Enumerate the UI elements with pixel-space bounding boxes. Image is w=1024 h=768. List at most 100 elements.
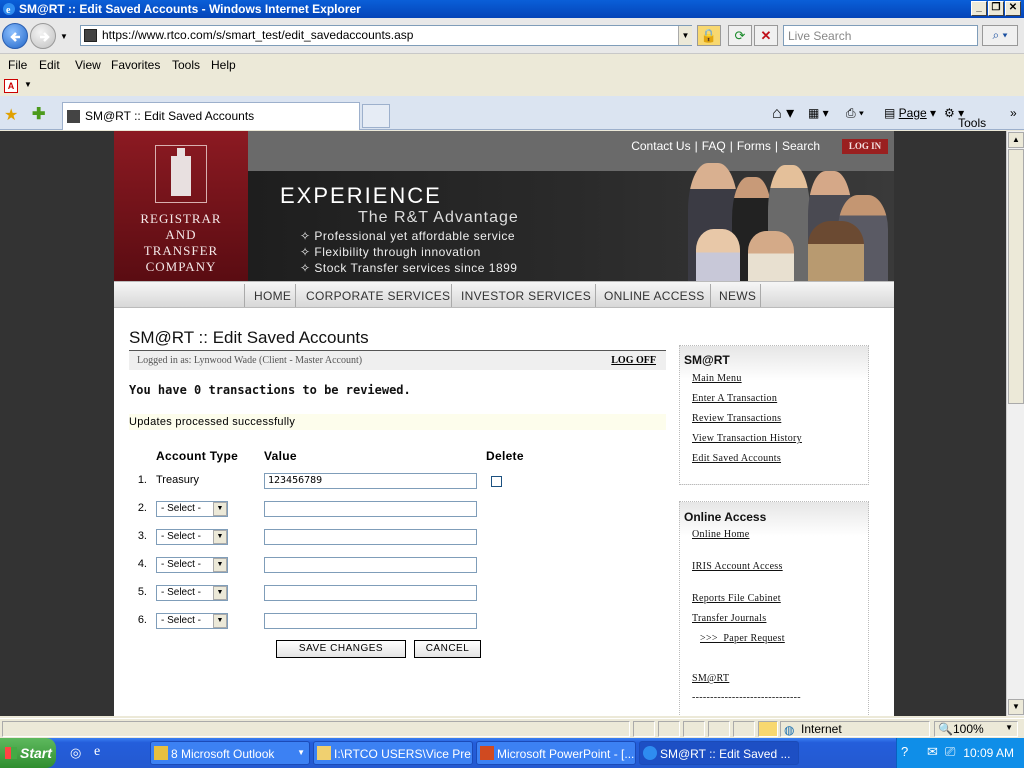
row-number: 5. <box>137 586 147 598</box>
value-input[interactable] <box>264 529 477 545</box>
address-url: https://www.rtco.com/s/smart_test/edit_s… <box>102 28 414 42</box>
sidebar-link-smart[interactable]: SM@RT <box>692 673 729 684</box>
nav-online-access[interactable]: ONLINE ACCESS <box>604 289 705 303</box>
scroll-thumb[interactable] <box>1008 149 1024 404</box>
account-type-select[interactable]: - Select - ▼ <box>156 529 228 545</box>
page-menu-label: Page <box>898 106 927 120</box>
taskbar-item-label: Microsoft PowerPoint - [... <box>497 747 635 761</box>
col-delete: Delete <box>486 449 524 463</box>
sidebar-link-iris[interactable]: IRIS Account Access <box>692 561 783 572</box>
sidebar-link-main-menu[interactable]: Main Menu <box>692 373 742 384</box>
menu-favorites[interactable]: Favorites <box>111 58 160 72</box>
sidebar-link-transaction-history[interactable]: View Transaction History <box>692 433 802 444</box>
tab-title: SM@RT :: Edit Saved Accounts <box>85 109 255 123</box>
stop-button[interactable]: ✕ <box>754 25 778 46</box>
sidebar-link-transfer-journals[interactable]: Transfer Journals <box>692 613 766 624</box>
value-input[interactable]: 123456789 <box>264 473 477 489</box>
taskbar-powerpoint[interactable]: Microsoft PowerPoint - [... <box>476 741 636 765</box>
refresh-button[interactable]: ⟳ <box>728 25 752 46</box>
chevron-down-icon: ▼ <box>213 502 227 516</box>
menu-edit[interactable]: Edit <box>39 58 60 72</box>
adobe-toolbar: A ▼ <box>0 76 1024 96</box>
vertical-scrollbar[interactable]: ▲ ▼ <box>1006 131 1024 716</box>
status-cell <box>733 721 755 737</box>
restore-button[interactable]: ❐ <box>988 1 1004 16</box>
favorites-star-icon[interactable]: ★ <box>4 105 18 125</box>
logo-text: REGISTRAR AND TRANSFER COMPANY <box>114 211 248 275</box>
address-input[interactable]: https://www.rtco.com/s/smart_test/edit_s… <box>80 25 692 46</box>
status-cell <box>708 721 730 737</box>
select-value: - Select - <box>161 559 202 570</box>
value-input[interactable] <box>264 613 477 629</box>
network-icon[interactable]: ⎚ <box>945 744 955 760</box>
add-favorite-icon[interactable]: ✚ <box>32 104 45 124</box>
back-button[interactable] <box>2 23 28 49</box>
logoff-link[interactable]: LOG OFF <box>611 355 656 366</box>
start-button[interactable]: Start <box>0 738 56 768</box>
nav-home[interactable]: HOME <box>254 289 291 303</box>
value-input[interactable] <box>264 501 477 517</box>
main-nav: HOME CORPORATE SERVICES INVESTOR SERVICE… <box>114 281 894 308</box>
banner-bullet: ✧ Flexibility through innovation <box>300 245 481 259</box>
home-icon[interactable]: ⌂ ▾ <box>772 103 794 123</box>
cancel-button[interactable]: CANCEL <box>414 640 481 658</box>
delete-checkbox[interactable] <box>491 476 502 487</box>
contact-us-link[interactable]: Contact Us <box>631 139 690 153</box>
sidebar-link-paper-request[interactable]: >>> Paper Request <box>700 633 785 644</box>
menu-file[interactable]: File <box>8 58 27 72</box>
recent-pages-dropdown[interactable]: ▼ <box>60 32 68 41</box>
forward-button[interactable] <box>30 23 56 49</box>
sidebar-link-review-transactions[interactable]: Review Transactions <box>692 413 781 424</box>
sidebar-link-online-home[interactable]: Online Home <box>692 529 749 540</box>
live-search-input[interactable]: Live Search <box>783 25 978 46</box>
lock-icon[interactable]: 🔒 <box>697 25 721 46</box>
menu-help[interactable]: Help <box>211 58 236 72</box>
taskbar-ie-active[interactable]: SM@RT :: Edit Saved ... <box>639 741 799 765</box>
taskbar-outlook[interactable]: 8 Microsoft Outlook ▼ <box>150 741 310 765</box>
status-cell <box>658 721 680 737</box>
mail-icon[interactable]: ✉ <box>927 744 938 760</box>
new-tab-button[interactable] <box>362 104 390 128</box>
account-type-select[interactable]: - Select - ▼ <box>156 613 228 629</box>
account-type-select[interactable]: - Select - ▼ <box>156 501 228 517</box>
minimize-button[interactable]: _ <box>971 1 987 16</box>
tab-current[interactable]: SM@RT :: Edit Saved Accounts <box>62 102 360 130</box>
menu-view[interactable]: View <box>75 58 101 72</box>
sidebar-link-edit-saved-accounts[interactable]: Edit Saved Accounts <box>692 453 781 464</box>
security-zone[interactable]: ◍ Internet <box>780 721 930 737</box>
search-button[interactable]: ⌕ ▾ <box>982 25 1018 46</box>
powerpoint-icon <box>480 746 494 760</box>
nav-news[interactable]: NEWS <box>719 289 756 303</box>
scroll-down-button[interactable]: ▼ <box>1008 699 1024 715</box>
value-input[interactable] <box>264 585 477 601</box>
ie-quicklaunch-icon[interactable]: e <box>94 744 100 760</box>
show-desktop-icon[interactable]: ◎ <box>70 745 81 761</box>
account-type-select[interactable]: - Select - ▼ <box>156 557 228 573</box>
save-changes-button[interactable]: SAVE CHANGES <box>276 640 406 658</box>
tools-menu-label: Tools <box>958 116 987 130</box>
nav-investor-services[interactable]: INVESTOR SERVICES <box>461 289 591 303</box>
tools-menu[interactable]: ⚙ Tools ▾ <box>944 106 986 130</box>
transactions-message: You have 0 transactions to be reviewed. <box>129 383 411 397</box>
page-menu[interactable]: ▤ Page ▾ <box>884 106 936 120</box>
scroll-up-button[interactable]: ▲ <box>1008 132 1024 148</box>
close-button[interactable]: ✕ <box>1005 1 1021 16</box>
pdf-icon[interactable]: A <box>4 79 18 93</box>
help-icon[interactable]: ? <box>901 744 908 759</box>
sidebar-link-reports[interactable]: Reports File Cabinet <box>692 593 781 604</box>
zoom-control[interactable]: 🔍 100% ▼ <box>934 721 1018 737</box>
address-dropdown[interactable]: ▼ <box>678 26 692 45</box>
ie-icon <box>643 746 657 760</box>
menu-tools[interactable]: Tools <box>172 58 200 72</box>
sidebar-link-enter-transaction[interactable]: Enter A Transaction <box>692 393 777 404</box>
account-type-select[interactable]: - Select - ▼ <box>156 585 228 601</box>
chevron-right-icon[interactable]: » <box>1010 106 1017 120</box>
taskbar-explorer[interactable]: I:\RTCO USERS\Vice Pre... <box>313 741 473 765</box>
value-input[interactable] <box>264 557 477 573</box>
pdf-dropdown-icon[interactable]: ▼ <box>24 80 32 89</box>
rtco-logo[interactable]: REGISTRAR AND TRANSFER COMPANY <box>114 131 248 281</box>
protected-mode-icon[interactable] <box>758 721 778 737</box>
print-icon[interactable]: ⎙ ▾ <box>846 106 864 121</box>
feeds-icon[interactable]: ▦ ▾ <box>808 106 829 120</box>
nav-corporate-services[interactable]: CORPORATE SERVICES <box>306 289 450 303</box>
